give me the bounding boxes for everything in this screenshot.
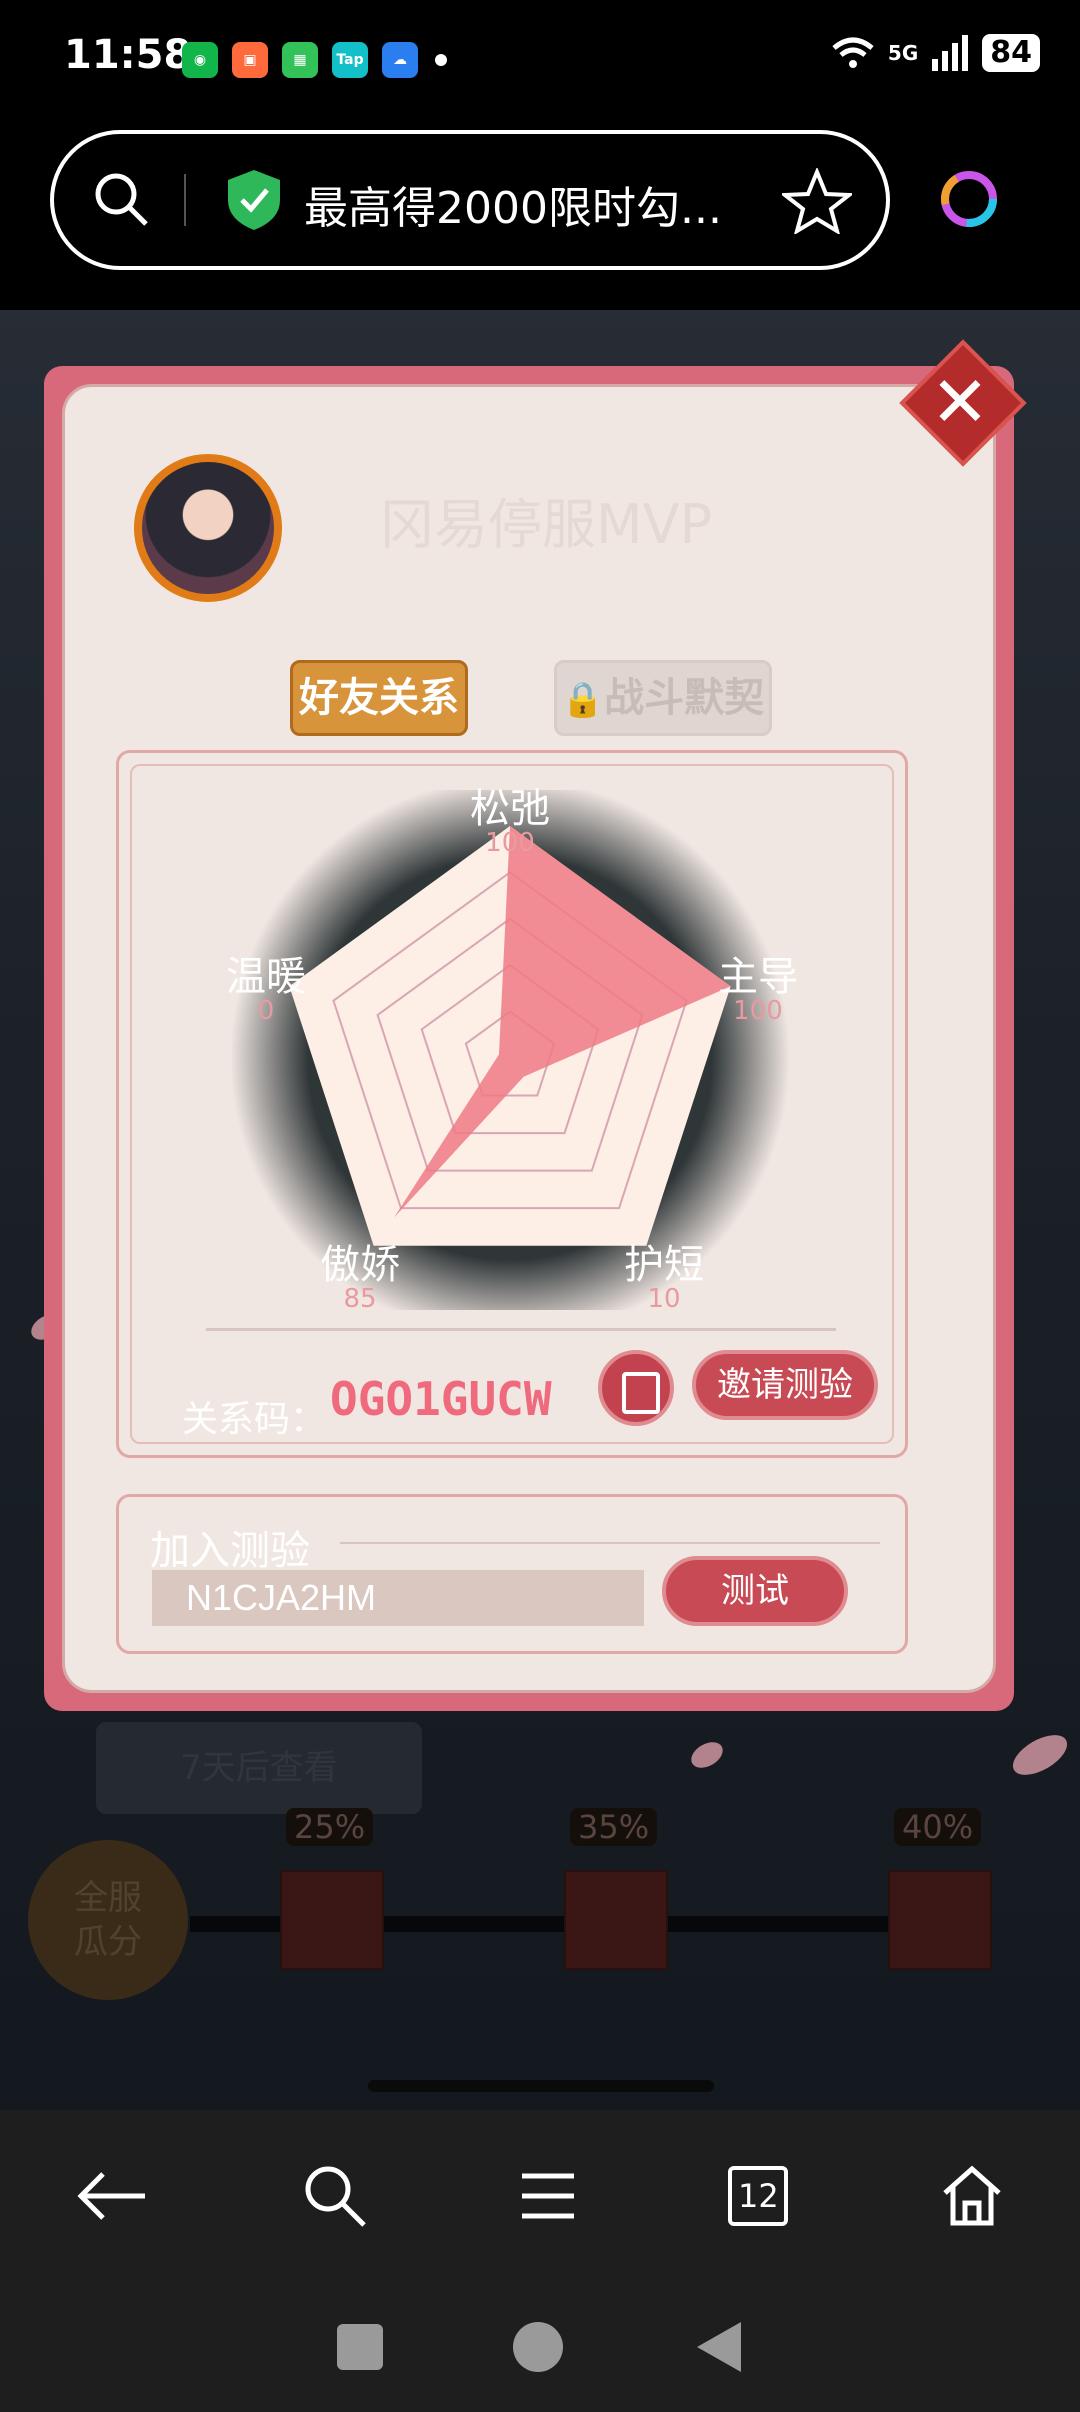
status-bar: 11:58 ◉ ▣ ▦ Tap ☁ 5G 84 xyxy=(0,0,1080,120)
clock: 11:58 xyxy=(64,32,192,78)
scroll-indicator xyxy=(368,2080,714,2092)
shield-icon xyxy=(228,170,280,230)
axis-label-tsundere: 傲娇 xyxy=(320,1242,400,1288)
server-name: 冈易停服MVP xyxy=(380,493,713,556)
app-logo-icon[interactable] xyxy=(936,166,1002,232)
axis-value-relaxed: 100 xyxy=(485,828,535,858)
browser-bottom-bar: 12 xyxy=(0,2110,1080,2282)
tabs-button[interactable]: 12 xyxy=(728,2166,789,2226)
relation-code: OGO1GUCW xyxy=(330,1372,552,1426)
wifi-icon xyxy=(832,37,874,68)
notification-icons: ◉ ▣ ▦ Tap ☁ xyxy=(182,42,418,78)
star-icon[interactable] xyxy=(782,168,852,234)
axis-label-relaxed: 松弛 xyxy=(470,786,550,832)
home-nav-icon[interactable] xyxy=(513,2322,563,2372)
network-label: 5G xyxy=(887,41,919,65)
address-bar[interactable]: 最高得2000限时勾... xyxy=(50,130,890,270)
back-nav-icon[interactable] xyxy=(693,2320,743,2374)
tab-battle-sync[interactable]: 🔒战斗默契 xyxy=(554,660,772,736)
page-title[interactable]: 最高得2000限时勾... xyxy=(304,172,722,236)
tab-friend-relation[interactable]: 好友关系 xyxy=(290,660,468,736)
system-nav-bar xyxy=(0,2282,1080,2412)
search-icon[interactable] xyxy=(92,170,152,230)
system-indicators: 5G 84 xyxy=(830,34,1040,72)
home-icon[interactable] xyxy=(939,2163,1005,2229)
relation-code-input[interactable] xyxy=(152,1570,644,1626)
app-store-icon: ▦ xyxy=(282,42,318,78)
menu-icon[interactable] xyxy=(518,2168,578,2224)
wechat-icon: ◉ xyxy=(182,42,218,78)
taptap-icon: Tap xyxy=(332,42,368,78)
cloud-icon: ☁ xyxy=(382,42,418,78)
lock-icon: 🔒 xyxy=(561,680,605,720)
close-icon[interactable]: ✕ xyxy=(930,362,990,442)
more-notifications-dot xyxy=(435,54,447,66)
test-button[interactable]: 测试 xyxy=(662,1556,848,1626)
axis-label-dominant: 主导 xyxy=(718,954,798,1000)
avatar xyxy=(134,454,282,602)
join-test-title: 加入测验 xyxy=(150,1528,310,1574)
battery-level: 84 xyxy=(982,34,1040,72)
invite-button[interactable]: 邀请测验 xyxy=(692,1350,878,1420)
search-icon[interactable] xyxy=(302,2163,368,2229)
tab-label: 战斗默契 xyxy=(604,675,765,721)
divider xyxy=(206,1328,836,1331)
back-arrow-icon[interactable] xyxy=(75,2168,151,2224)
signal-icon xyxy=(932,35,969,71)
axis-label-warm: 温暖 xyxy=(226,954,306,1000)
axis-value-dominant: 100 xyxy=(733,996,783,1026)
relation-code-label: 关系码： xyxy=(182,1399,327,1440)
game-icon: ▣ xyxy=(232,42,268,78)
axis-value-protective: 10 xyxy=(647,1284,681,1314)
copy-button[interactable] xyxy=(598,1350,674,1426)
recents-icon[interactable] xyxy=(337,2324,383,2370)
axis-label-protective: 护短 xyxy=(624,1242,704,1288)
divider xyxy=(184,174,186,226)
divider xyxy=(340,1542,880,1544)
axis-value-warm: 0 xyxy=(257,996,275,1026)
browser-toolbar: 最高得2000限时勾... xyxy=(0,120,1080,310)
axis-value-tsundere: 85 xyxy=(343,1284,377,1314)
